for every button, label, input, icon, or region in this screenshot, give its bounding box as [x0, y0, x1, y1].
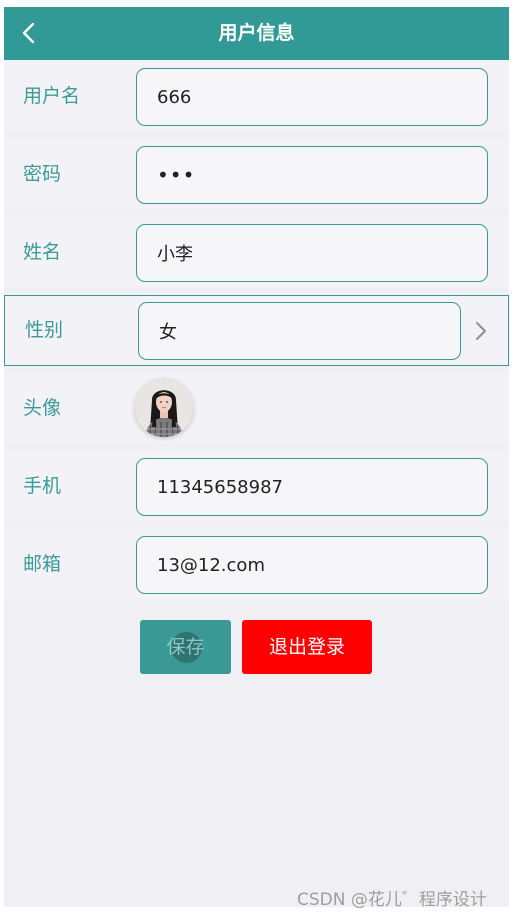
save-button[interactable]: 保存	[140, 620, 231, 674]
watermark: CSDN @花儿゛程序设计	[297, 890, 487, 910]
gender-label: 性别	[25, 319, 64, 341]
email-row: 邮箱	[4, 529, 509, 599]
password-input[interactable]	[136, 146, 488, 204]
phone-row: 手机	[4, 451, 509, 521]
username-row: 用户名	[4, 61, 509, 131]
password-label: 密码	[23, 163, 62, 185]
password-row: 密码	[4, 139, 509, 209]
save-button-label: 保存	[166, 636, 205, 658]
gender-select[interactable]	[138, 302, 461, 360]
email-label: 邮箱	[23, 553, 62, 575]
gender-row[interactable]: 性别	[4, 295, 509, 366]
page-title: 用户信息	[218, 22, 295, 44]
phone-label: 手机	[23, 475, 62, 497]
chevron-right-icon[interactable]	[473, 320, 489, 342]
user-info-page: 用户信息 用户名 密码 姓名 性别 头像	[4, 7, 509, 907]
phone-input[interactable]	[136, 458, 488, 516]
header-bar: 用户信息	[4, 7, 509, 60]
email-input[interactable]	[136, 536, 488, 594]
name-label: 姓名	[23, 241, 62, 263]
username-input[interactable]	[136, 68, 488, 126]
name-row: 姓名	[4, 217, 509, 287]
name-input[interactable]	[136, 224, 488, 282]
avatar-photo	[135, 379, 193, 437]
avatar-label: 头像	[23, 397, 62, 419]
avatar[interactable]	[135, 379, 193, 437]
logout-button[interactable]: 退出登录	[242, 620, 372, 674]
username-label: 用户名	[23, 85, 81, 107]
avatar-row: 头像	[4, 373, 509, 443]
